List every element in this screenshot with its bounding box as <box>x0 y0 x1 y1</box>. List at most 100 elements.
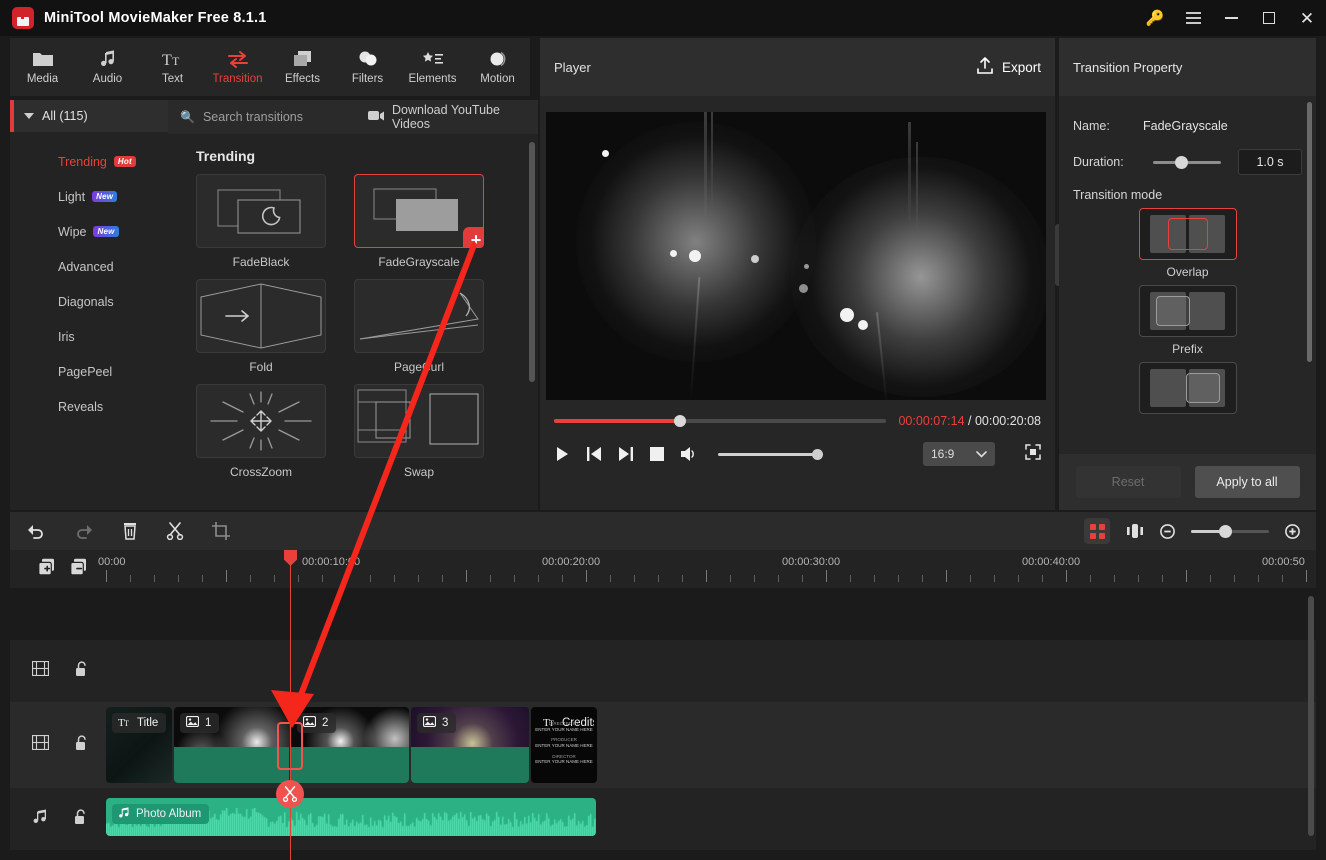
tab-elements[interactable]: Elements <box>400 38 465 96</box>
stop-icon[interactable] <box>650 447 664 461</box>
sidebar-item-wipe[interactable]: Wipe New <box>10 214 168 249</box>
tab-audio[interactable]: Audio <box>75 38 140 96</box>
timeline-clip-credits[interactable]: TT Credits DIRECTED BY ENTER YOUR NAME H… <box>531 707 597 783</box>
volume-slider[interactable] <box>718 448 823 460</box>
duration-handle[interactable] <box>1175 155 1188 169</box>
transition-thumb[interactable] <box>196 279 326 353</box>
zoom-handle[interactable] <box>1219 524 1233 538</box>
add-transition-button[interactable]: + <box>463 227 483 247</box>
tab-transition[interactable]: Transition <box>205 38 270 96</box>
fullscreen-icon[interactable] <box>1025 443 1041 465</box>
transitions-scrollbar[interactable] <box>529 142 535 382</box>
text-icon: TT <box>118 716 131 730</box>
split-at-playhead-button[interactable] <box>276 780 304 808</box>
motion-icon <box>488 49 508 69</box>
transition-card-fadegrayscale[interactable]: + FadeGrayscale <box>354 174 484 269</box>
transition-card-crosszoom[interactable]: CrossZoom <box>196 384 326 479</box>
timeline-clip-photo-2[interactable]: 2 <box>291 707 409 783</box>
unlock-icon[interactable] <box>75 734 89 756</box>
transition-card-swap[interactable]: Swap <box>354 384 484 479</box>
aspect-ratio-select[interactable]: 16:9 <box>923 442 995 466</box>
tab-motion-label: Motion <box>480 73 515 85</box>
time-separator: / <box>964 414 975 428</box>
sidebar-item-reveals[interactable]: Reveals <box>10 389 168 424</box>
apply-to-all-button[interactable]: Apply to all <box>1194 466 1300 498</box>
timeline-clip-audio[interactable]: Photo Album <box>106 798 596 836</box>
minimize-button[interactable] <box>1212 0 1250 36</box>
add-track-icon[interactable] <box>38 558 56 581</box>
reset-button[interactable]: Reset <box>1075 466 1181 498</box>
duration-slider[interactable] <box>1153 155 1221 169</box>
maximize-button[interactable] <box>1250 0 1288 36</box>
transition-thumb[interactable] <box>354 384 484 458</box>
play-icon[interactable] <box>554 446 570 462</box>
player-progress-handle[interactable] <box>674 415 687 427</box>
download-youtube-button[interactable]: Download YouTube Videos <box>367 103 526 131</box>
sidebar-item-pagepeel[interactable]: PagePeel <box>10 354 168 389</box>
mode-thumb-overlap[interactable] <box>1138 208 1237 260</box>
transition-card-fadeblack[interactable]: FadeBlack <box>196 174 326 269</box>
sidebar-item-trending[interactable]: Trending Hot <box>10 144 168 179</box>
mode-thumb-suffix[interactable] <box>1138 362 1237 414</box>
sidebar-item-diagonals[interactable]: Diagonals <box>10 284 168 319</box>
volume-icon[interactable] <box>680 446 698 462</box>
transition-thumb[interactable] <box>354 279 484 353</box>
track-row-audio[interactable]: Photo Album <box>10 788 1316 850</box>
key-icon[interactable]: 🔑 <box>1136 0 1174 36</box>
sidebar-item-light[interactable]: Light New <box>10 179 168 214</box>
next-frame-icon[interactable] <box>618 446 634 462</box>
mode-suffix[interactable] <box>1073 362 1302 414</box>
tab-filters[interactable]: Filters <box>335 38 400 96</box>
transition-thumb[interactable]: + <box>354 174 484 248</box>
mode-overlap[interactable]: Overlap <box>1073 208 1302 279</box>
transition-card-fold[interactable]: Fold <box>196 279 326 374</box>
mode-prefix[interactable]: Prefix <box>1073 285 1302 356</box>
sidebar-item-iris[interactable]: Iris <box>10 319 168 354</box>
duration-value[interactable]: 1.0 s <box>1238 149 1302 175</box>
tab-effects[interactable]: Effects <box>270 38 335 96</box>
undo-icon[interactable] <box>26 523 46 539</box>
timeline-ruler[interactable]: 00:00 00:00:10:00 00:00:20:00 00:00:30:0… <box>10 550 1316 588</box>
track-row-video-2[interactable]: TT Title 1 2 3 T T Credit DIRECTED BY EN… <box>10 702 1316 788</box>
search-input[interactable] <box>202 110 333 124</box>
sidebar-item-advanced[interactable]: Advanced <box>10 249 168 284</box>
close-button[interactable]: ✕ <box>1288 0 1326 36</box>
transition-card-pagecurl[interactable]: PageCurl <box>354 279 484 374</box>
timeline-clip-photo-3[interactable]: 3 <box>411 707 529 783</box>
crop-icon[interactable] <box>212 522 230 540</box>
search-box[interactable]: 🔍 <box>180 110 344 124</box>
timeline-clip-photo-1[interactable]: 1 <box>174 707 289 783</box>
volume-handle[interactable] <box>812 448 823 460</box>
tab-motion[interactable]: Motion <box>465 38 530 96</box>
preview-canvas[interactable] <box>546 112 1046 400</box>
music-note-icon <box>99 49 117 69</box>
ai-sparkle-icon[interactable] <box>1084 518 1110 544</box>
timeline-clip-title[interactable]: TT Title <box>106 707 172 783</box>
transition-thumb[interactable] <box>196 384 326 458</box>
mode-thumb-prefix[interactable] <box>1138 285 1237 337</box>
split-scissors-icon[interactable] <box>166 522 184 540</box>
category-all[interactable]: All (115) <box>10 100 168 132</box>
timeline-scrollbar[interactable] <box>1308 596 1314 836</box>
zoom-out-icon[interactable] <box>1160 523 1175 539</box>
unlock-icon[interactable] <box>74 808 88 830</box>
export-button[interactable]: Export <box>976 56 1041 78</box>
zoom-in-icon[interactable] <box>1285 523 1300 539</box>
timeline-zoom-slider[interactable] <box>1191 524 1269 538</box>
ruler-label: 00:00:50 <box>1262 556 1305 568</box>
remove-track-icon[interactable] <box>70 558 88 581</box>
audio-detach-icon[interactable] <box>1126 523 1144 539</box>
track-row-video-1[interactable] <box>10 640 1316 702</box>
menu-icon[interactable] <box>1174 0 1212 36</box>
tab-media[interactable]: Media <box>10 38 75 96</box>
delete-icon[interactable] <box>122 522 138 540</box>
property-scrollbar[interactable] <box>1307 102 1312 362</box>
player-progress-bar[interactable] <box>554 415 887 427</box>
transition-thumb[interactable] <box>196 174 326 248</box>
redo-icon[interactable] <box>74 523 94 539</box>
preview-flare <box>916 142 918 234</box>
tab-text[interactable]: TT Text <box>140 38 205 96</box>
previous-frame-icon[interactable] <box>586 446 602 462</box>
unlock-icon[interactable] <box>75 660 89 682</box>
timeline-playhead[interactable] <box>284 550 297 860</box>
